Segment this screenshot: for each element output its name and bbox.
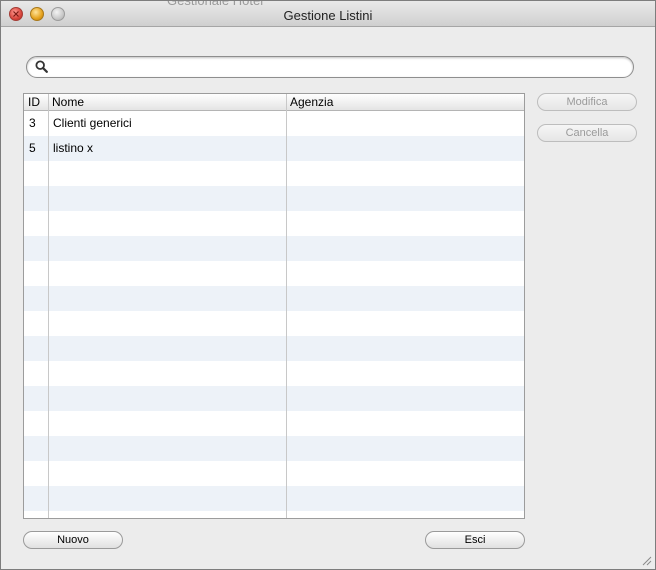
cell-nome: listino x xyxy=(53,141,94,155)
search-icon xyxy=(35,60,48,73)
cell-id: 5 xyxy=(29,141,36,155)
title-bar[interactable]: Gestionale Hotel Gestione Listini xyxy=(1,1,655,27)
delete-button[interactable]: Cancella xyxy=(537,124,637,142)
table-header: ID Nome Agenzia xyxy=(24,94,524,111)
cell-agenzia xyxy=(286,111,524,136)
column-header-agenzia[interactable]: Agenzia xyxy=(286,95,524,110)
empty-row xyxy=(24,386,524,411)
cell-nome: Clienti generici xyxy=(53,116,132,130)
table-row[interactable]: 5 listino x xyxy=(24,136,524,161)
empty-row xyxy=(24,461,524,486)
empty-row xyxy=(24,336,524,361)
cell-id: 3 xyxy=(29,116,36,130)
modify-button[interactable]: Modifica xyxy=(537,93,637,111)
empty-row xyxy=(24,186,524,211)
empty-row xyxy=(24,486,524,511)
resize-grip-icon[interactable] xyxy=(640,554,652,566)
empty-row xyxy=(24,311,524,336)
column-header-nome[interactable]: Nome xyxy=(48,95,286,110)
empty-row xyxy=(24,286,524,311)
empty-row xyxy=(24,261,524,286)
search-field[interactable] xyxy=(26,56,634,78)
empty-row xyxy=(24,236,524,261)
empty-row xyxy=(24,436,524,461)
empty-row xyxy=(24,211,524,236)
background-window-title: Gestionale Hotel xyxy=(167,0,264,8)
empty-row xyxy=(24,361,524,386)
column-divider xyxy=(48,94,49,518)
table-row[interactable]: 3 Clienti generici xyxy=(24,111,524,136)
gestione-listini-window: Gestionale Hotel Gestione Listini ID Nom… xyxy=(0,0,656,570)
empty-row xyxy=(24,411,524,436)
window-title: Gestione Listini xyxy=(283,8,373,23)
new-button[interactable]: Nuovo xyxy=(23,531,123,549)
table-body: 3 Clienti generici 5 listino x xyxy=(24,111,524,518)
column-divider xyxy=(286,94,287,518)
search-input[interactable] xyxy=(53,59,623,75)
empty-row xyxy=(24,161,524,186)
exit-button[interactable]: Esci xyxy=(425,531,525,549)
cell-agenzia xyxy=(286,136,524,161)
empty-row xyxy=(24,511,524,518)
listini-table[interactable]: ID Nome Agenzia 3 Clienti generici 5 lis… xyxy=(23,93,525,519)
column-header-id[interactable]: ID xyxy=(24,95,48,110)
